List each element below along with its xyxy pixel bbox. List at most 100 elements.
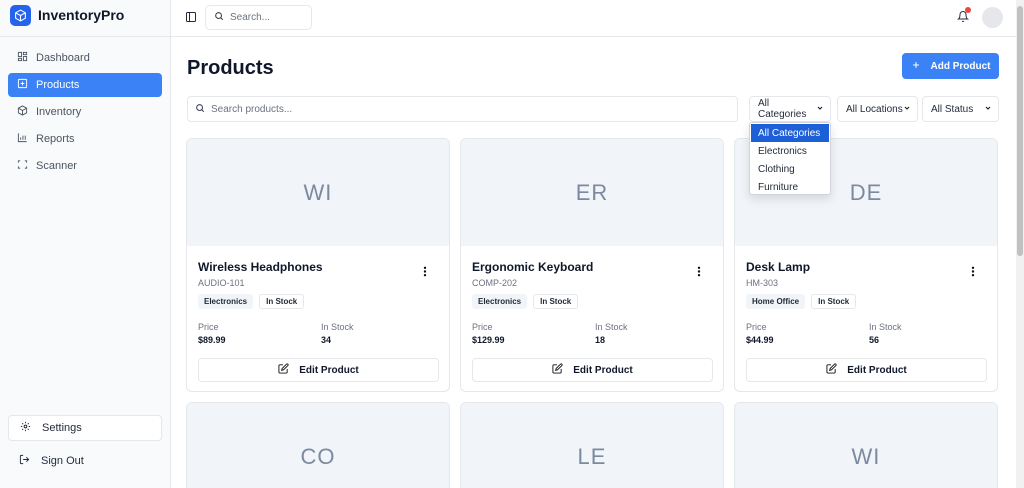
product-card: WI Wireless Headphones AUDIO-101 Electro…	[186, 138, 450, 392]
product-search-placeholder: Search products...	[211, 103, 293, 115]
product-sku: COMP-202	[472, 278, 518, 288]
bell-icon[interactable]	[956, 7, 971, 26]
edit-product-button[interactable]: Edit Product	[472, 358, 713, 382]
sidebar-item-reports[interactable]: Reports	[8, 127, 162, 151]
edit-product-label: Edit Product	[299, 364, 359, 376]
category-select[interactable]: All Categories	[749, 96, 831, 122]
category-option-all[interactable]: All Categories	[751, 124, 829, 142]
edit-product-button[interactable]: Edit Product	[198, 358, 439, 382]
category-dropdown-menu: All Categories Electronics Clothing Furn…	[749, 122, 831, 195]
more-vertical-icon[interactable]	[697, 266, 701, 280]
edit-product-label: Edit Product	[847, 364, 907, 376]
add-product-button[interactable]: Add Product	[902, 53, 999, 79]
global-search-input[interactable]: Search...	[205, 5, 312, 30]
avatar[interactable]	[982, 7, 1003, 28]
chevron-down-icon	[816, 104, 824, 115]
product-image-placeholder: WI	[187, 139, 449, 246]
box-plus-icon	[17, 78, 28, 92]
logout-icon	[19, 454, 30, 468]
sidebar-item-dashboard[interactable]: Dashboard	[8, 46, 162, 70]
product-name: Desk Lamp	[746, 260, 811, 274]
more-vertical-icon[interactable]	[423, 266, 427, 280]
cube-logo-icon	[10, 4, 31, 26]
sidebar-divider	[0, 36, 171, 37]
sidebar-item-scanner[interactable]: Scanner	[8, 154, 162, 178]
product-image-placeholder: CO	[187, 403, 449, 488]
location-select-value: All Locations	[846, 103, 903, 115]
product-card: WI	[734, 402, 998, 488]
sidebar-item-label: Reports	[36, 133, 75, 145]
status-select-value: All Status	[931, 103, 974, 115]
product-name: Ergonomic Keyboard	[472, 260, 594, 274]
scan-icon	[17, 159, 28, 173]
status-select[interactable]: All Status	[922, 96, 999, 122]
page-title: Products	[187, 57, 274, 79]
category-select-value: All Categories	[758, 98, 807, 120]
product-image-placeholder: ER	[461, 139, 723, 246]
package-icon	[17, 105, 28, 119]
notification-dot	[965, 7, 971, 13]
status-badge: In Stock	[811, 294, 857, 309]
edit-icon	[826, 363, 837, 377]
product-search-input[interactable]: Search products...	[187, 96, 738, 122]
category-badge: Electronics	[472, 294, 528, 309]
top-header: Search...	[171, 0, 1016, 37]
sidebar-item-products[interactable]: Products	[8, 73, 162, 97]
price-value: $44.99	[746, 335, 774, 345]
category-badge: Electronics	[198, 294, 254, 309]
product-sku: HM-303	[746, 278, 779, 288]
product-name: Wireless Headphones	[198, 260, 323, 274]
edit-product-button[interactable]: Edit Product	[746, 358, 987, 382]
product-card: ER Ergonomic Keyboard COMP-202 Electroni…	[460, 138, 724, 392]
stock-value: 18	[595, 335, 606, 345]
price-label: Price	[746, 322, 767, 332]
sidebar-item-inventory[interactable]: Inventory	[8, 100, 162, 124]
brand[interactable]: InventoryPro	[10, 4, 124, 26]
sidebar-item-label: Inventory	[36, 106, 82, 118]
price-label: Price	[472, 322, 493, 332]
bar-chart-icon	[17, 132, 28, 146]
edit-product-label: Edit Product	[573, 364, 633, 376]
product-sku: AUDIO-101	[198, 278, 245, 288]
sidebar: InventoryPro Dashboard Products Inventor…	[0, 0, 171, 488]
category-option-electronics[interactable]: Electronics	[751, 142, 829, 160]
settings-label: Settings	[42, 422, 82, 434]
gear-icon	[20, 421, 31, 435]
stock-value: 34	[321, 335, 332, 345]
category-option-furniture[interactable]: Furniture	[751, 178, 829, 196]
global-search-placeholder: Search...	[230, 12, 271, 23]
sidebar-item-label: Scanner	[36, 160, 77, 172]
edit-icon	[552, 363, 563, 377]
category-badge: Home Office	[746, 294, 806, 309]
product-card: CO	[186, 402, 450, 488]
category-option-clothing[interactable]: Clothing	[751, 160, 829, 178]
stock-label: In Stock	[595, 322, 628, 332]
stock-label: In Stock	[321, 322, 354, 332]
product-image-placeholder: WI	[735, 403, 997, 488]
sidebar-toggle-icon[interactable]	[185, 11, 197, 26]
sign-out-button[interactable]: Sign Out	[8, 450, 162, 472]
plus-icon	[911, 60, 921, 73]
grid-icon	[17, 51, 28, 65]
edit-icon	[278, 363, 289, 377]
product-card: LE	[460, 402, 724, 488]
chevron-down-icon	[984, 104, 992, 115]
search-icon	[195, 103, 205, 116]
product-image-placeholder: LE	[461, 403, 723, 488]
app-name: InventoryPro	[38, 7, 125, 23]
location-select[interactable]: All Locations	[837, 96, 918, 122]
stock-label: In Stock	[869, 322, 902, 332]
status-badge: In Stock	[259, 294, 305, 309]
price-value: $89.99	[198, 335, 226, 345]
search-icon	[214, 11, 224, 24]
price-label: Price	[198, 322, 219, 332]
add-product-label: Add Product	[930, 60, 991, 72]
more-vertical-icon[interactable]	[971, 266, 975, 280]
sidebar-item-label: Dashboard	[36, 52, 90, 64]
sign-out-label: Sign Out	[41, 455, 84, 467]
price-value: $129.99	[472, 335, 505, 345]
settings-button[interactable]: Settings	[8, 415, 162, 441]
chevron-down-icon	[903, 104, 911, 115]
scrollbar-thumb[interactable]	[1017, 6, 1023, 256]
stock-value: 56	[869, 335, 880, 345]
